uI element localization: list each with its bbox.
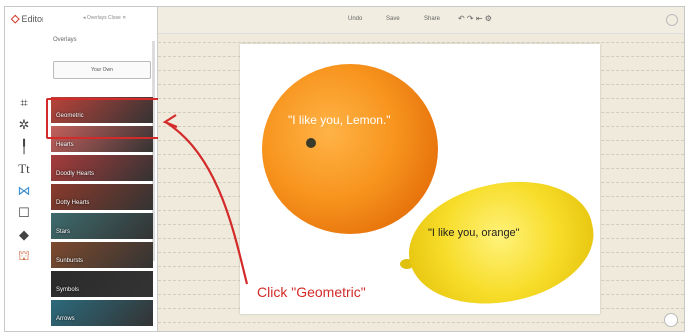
callout-arrow [162, 114, 249, 285]
screenshot-frame: ◇ Editor ⌗ ✲ ╿ Tt ⋈ ☐ ◆ ⛫ ◂ Overlays Clo… [0, 0, 690, 336]
editor-window: ◇ Editor ⌗ ✲ ╿ Tt ⋈ ☐ ◆ ⛫ ◂ Overlays Clo… [4, 6, 685, 332]
callout-instruction: Click "Geometric" [257, 284, 366, 300]
